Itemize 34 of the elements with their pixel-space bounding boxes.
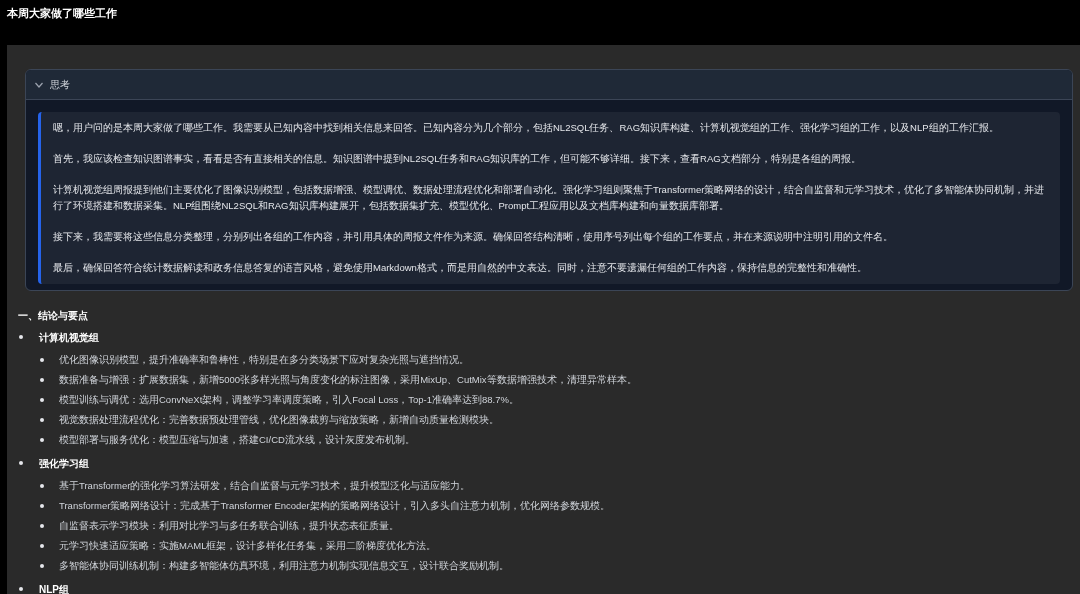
- section-heading: 一、结论与要点: [18, 309, 88, 323]
- list-item-text: 优化图像识别模型，提升准确率和鲁棒性，特别是在多分类场景下应对复杂光照与遮挡情况。: [59, 352, 469, 367]
- group-title: NLP组: [39, 582, 69, 594]
- bullet-icon: [40, 524, 44, 528]
- bullet-icon: [40, 504, 44, 508]
- list-item-text: 模型部署与服务优化：模型压缩与加速，搭建CI/CD流水线，设计灰度发布机制。: [59, 432, 415, 447]
- list-item-text: Transformer策略网络设计：完成基于Transformer Encoder架构的策略网络设计，引入多头自注意力机制，优化网络参数规模。: [59, 498, 610, 513]
- bullet-icon: [40, 544, 44, 548]
- bullet-icon: [19, 587, 23, 591]
- group-title: 强化学习组: [39, 456, 89, 471]
- bullet-icon: [40, 358, 44, 362]
- thinking-paragraph: 计算机视觉组周报提到他们主要优化了图像识别模型，包括数据增强、模型调优、数据处理流程优化和部署自动化。强化学习组则聚焦于Transformer策略网络的设计，结合自监督和元学习技术，优化了多智能体协同机制，并进行了环境搭建和数据采集。NLP组围绕NL2SQL和RAG知识库构建展开，包括数据集扩充、模型优化、Prompt工程应用以及文档库构建和向量数据库部署。: [53, 183, 1046, 213]
- list-item-text: 自监督表示学习模块：利用对比学习与多任务联合训练，提升状态表征质量。: [59, 518, 399, 533]
- bullet-icon: [19, 461, 23, 465]
- bullet-icon: [40, 438, 44, 442]
- list-item-text: 基于Transformer的强化学习算法研发，结合自监督与元学习技术，提升模型泛化与适应能力。: [59, 478, 471, 493]
- thinking-paragraph: 最后，确保回答符合统计数据解读和政务信息答复的语言风格，避免使用Markdown格式，而是用自然的中文表达。同时，注意不要遗漏任何组的工作内容，保持信息的完整性和准确性。: [53, 261, 868, 275]
- bullet-icon: [40, 398, 44, 402]
- bullet-icon: [40, 418, 44, 422]
- list-item-text: 模型训练与调优：选用ConvNeXt架构，调整学习率调度策略，引入Focal Loss，Top-1准确率达到88.7%。: [59, 392, 519, 407]
- list-item-text: 元学习快速适应策略：实施MAML框架，设计多样化任务集，采用二阶梯度优化方法。: [59, 538, 437, 553]
- thinking-paragraph: 接下来，我需要将这些信息分类整理，分别列出各组的工作内容，并引用具体的周报文件作为来源。确保回答结构清晰，使用序号列出每个组的工作要点，并在来源说明中注明引用的文件名。: [53, 230, 894, 244]
- bullet-icon: [40, 484, 44, 488]
- list-item-text: 多智能体协同训练机制：构建多智能体仿真环境，利用注意力机制实现信息交互，设计联合奖励机制。: [59, 558, 509, 573]
- bullet-icon: [19, 335, 23, 339]
- group-title: 计算机视觉组: [39, 330, 99, 345]
- thinking-paragraph: 首先，我应该检查知识图谱事实，看看是否有直接相关的信息。知识图谱中提到NL2SQL任务和RAG知识库的工作，但可能不够详细。接下来，查看RAG文档部分，特别是各组的周报。: [53, 152, 862, 166]
- bullet-icon: [40, 378, 44, 382]
- list-item-text: 数据准备与增强：扩展数据集，新增5000张多样光照与角度变化的标注图像，采用MixUp、CutMix等数据增强技术，清理异常样本。: [59, 372, 637, 387]
- thinking-toggle[interactable]: 思考: [26, 70, 1072, 100]
- page-title: 本周大家做了哪些工作: [6, 6, 118, 21]
- thinking-paragraph: 嗯，用户问的是本周大家做了哪些工作。我需要从已知内容中找到相关信息来回答。已知内容分为几个部分，包括NL2SQL任务、RAG知识库构建、计算机视觉组的工作、强化学习组的工作，以及NLP组的工作汇报。: [53, 121, 1000, 135]
- bullet-icon: [40, 564, 44, 568]
- list-item-text: 视觉数据处理流程优化：完善数据预处理管线，优化图像裁剪与缩放策略，新增自动质量检测模块。: [59, 412, 499, 427]
